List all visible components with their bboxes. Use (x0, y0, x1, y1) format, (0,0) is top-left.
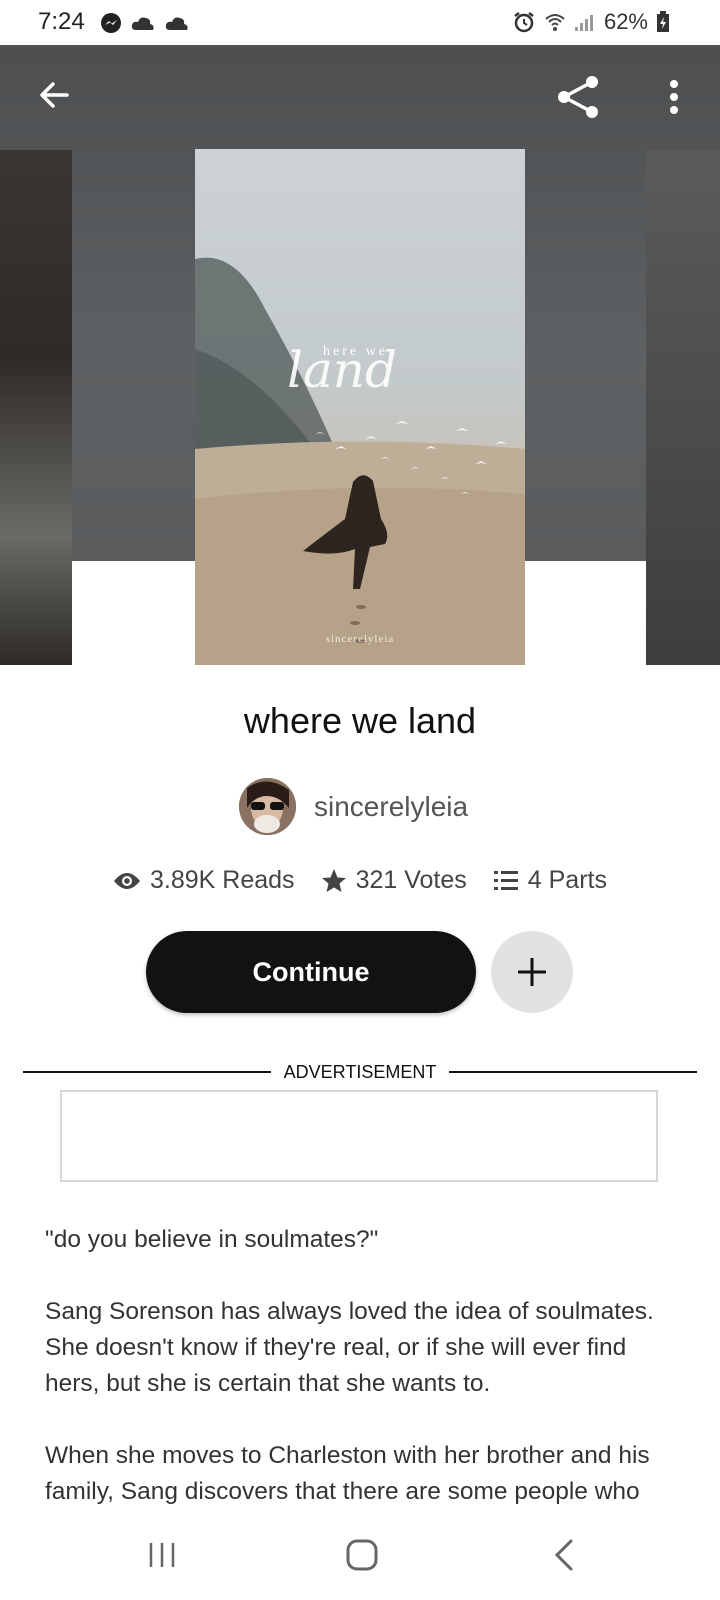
reads-count: 3.89K Reads (150, 866, 295, 894)
battery-charging-icon (657, 11, 669, 32)
recents-icon (149, 1543, 175, 1567)
arrow-left-icon (40, 82, 69, 108)
votes-count: 321 Votes (355, 866, 467, 894)
cover-artwork (195, 257, 525, 665)
votes-stat: 321 Votes (321, 866, 467, 895)
system-nav-bar (0, 1510, 720, 1600)
share-button[interactable] (550, 69, 606, 125)
plus-icon (518, 958, 546, 986)
book-cover[interactable]: here we land sincerelyleia (195, 149, 525, 665)
previous-cover-thumbnail[interactable] (0, 150, 72, 665)
back-chevron-icon (554, 1539, 573, 1571)
nav-back-button[interactable] (504, 1510, 624, 1600)
advertisement-label: ADVERTISEMENT (283, 1062, 437, 1082)
cover-author-credit: sincerelyleia (325, 633, 395, 645)
home-button[interactable] (302, 1510, 422, 1600)
system-icons: 62% (512, 9, 670, 35)
reads-stat: 3.89K Reads (113, 866, 295, 895)
parts-stat[interactable]: 4 Parts (493, 866, 607, 895)
messenger-icon (101, 13, 121, 33)
cloud-icon (131, 17, 154, 30)
ad-slot[interactable] (60, 1090, 658, 1182)
story-title: where we land (243, 700, 477, 741)
cover-title-script: land (287, 341, 398, 399)
story-stats: 3.89K Reads 321 Votes 4 Parts (0, 866, 720, 895)
more-vertical-icon (670, 80, 678, 114)
back-button[interactable] (28, 69, 80, 121)
notification-icons (100, 12, 190, 34)
cloud-icon (165, 17, 188, 30)
status-bar: 7:24 62% (0, 0, 720, 45)
author-name[interactable]: sincerelyleia (314, 791, 468, 823)
home-icon (346, 1539, 378, 1571)
eye-icon (114, 872, 141, 889)
parts-count[interactable]: 4 Parts (528, 866, 607, 895)
alarm-icon (514, 12, 534, 33)
description-paragraph: "do you believe in soulmates?" (45, 1226, 379, 1253)
more-options-button[interactable] (646, 69, 702, 125)
battery-percent: 62% (603, 9, 648, 34)
share-icon (558, 76, 598, 118)
continue-button-label: Continue (252, 956, 370, 987)
description-paragraph: When she moves to Charleston with her br… (45, 1442, 650, 1505)
author-avatar[interactable] (239, 778, 296, 835)
list-icon (493, 870, 518, 890)
add-to-library-button[interactable] (491, 931, 573, 1013)
author-link[interactable]: sincerelyleia (239, 778, 468, 835)
description-paragraph: Sang Sorenson has always loved the idea … (45, 1298, 654, 1397)
recents-button[interactable] (102, 1510, 222, 1600)
star-icon (321, 868, 346, 892)
avatar-image (239, 778, 296, 835)
signal-icon (574, 15, 593, 31)
next-cover-thumbnail[interactable] (646, 150, 720, 665)
wifi-icon (545, 14, 565, 31)
story-description: "do you believe in soulmates?" Sang Sore… (45, 1222, 685, 1546)
continue-reading-button[interactable]: Continue (146, 931, 476, 1013)
cover-carousel[interactable]: here we land sincerelyleia (0, 45, 720, 665)
status-time: 7:24 (38, 8, 85, 35)
